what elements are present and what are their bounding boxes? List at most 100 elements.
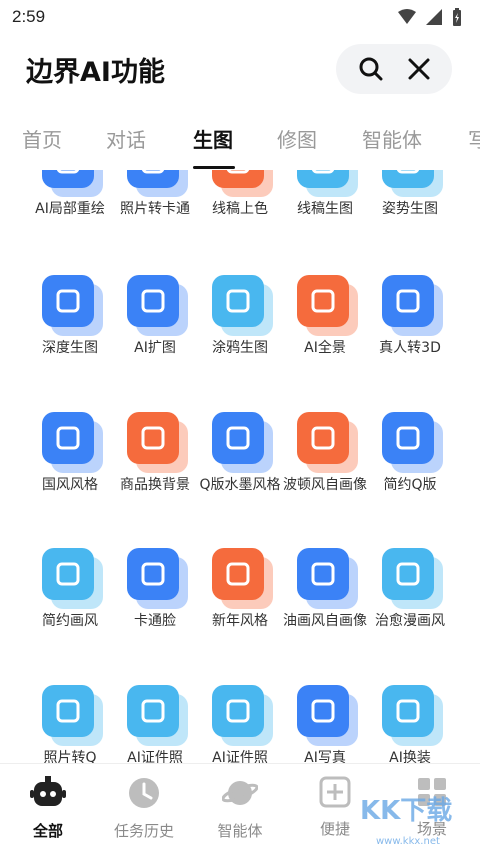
wifi-icon <box>398 9 416 24</box>
fan-icon <box>42 412 94 464</box>
feature-icon-wrap <box>382 548 443 609</box>
feature-item[interactable]: AI证件照 <box>113 685 197 763</box>
feature-label: 商品换背景 <box>120 477 190 493</box>
robot-icon <box>30 776 66 806</box>
tab-edit[interactable]: 修图 <box>277 124 317 153</box>
paint-roller-icon <box>297 548 349 600</box>
feature-item[interactable]: 波顿风自画像 <box>283 412 367 495</box>
feature-item[interactable]: 治愈漫画风 <box>368 548 452 631</box>
feature-icon-wrap <box>382 170 443 197</box>
feature-item[interactable]: AI证件照 <box>198 685 282 763</box>
feature-icon-wrap <box>127 275 188 336</box>
feature-icon-wrap <box>127 170 188 197</box>
feature-icon-wrap <box>212 412 273 473</box>
feature-label: 简约画风 <box>42 613 98 629</box>
feature-icon-wrap <box>297 170 358 197</box>
feature-item[interactable]: 线稿生图 <box>283 170 367 219</box>
tab-chat[interactable]: 对话 <box>106 124 146 153</box>
feature-item[interactable]: 深度生图 <box>28 275 112 358</box>
cartoon-photo-icon <box>127 170 179 188</box>
feature-icon-wrap <box>297 412 358 473</box>
feature-item[interactable]: 照片转Q <box>28 685 112 763</box>
feature-icon-wrap <box>42 548 103 609</box>
feature-item[interactable]: 线稿上色 <box>198 170 282 219</box>
feature-icon-wrap <box>127 548 188 609</box>
nav-label: 全部 <box>32 822 63 840</box>
feature-item[interactable]: 姿势生图 <box>368 170 452 219</box>
feature-item[interactable]: AI写真 <box>283 685 367 763</box>
shopping-bag-icon <box>127 412 179 464</box>
layers-icon <box>42 275 94 327</box>
feature-item[interactable]: Q版水墨风格 <box>198 412 282 495</box>
feature-label: 深度生图 <box>42 340 98 356</box>
feature-icon-wrap <box>297 685 358 746</box>
feature-item[interactable]: AI局部重绘 <box>28 170 112 219</box>
feature-icon-wrap <box>297 275 358 336</box>
nav-agent[interactable]: 智能体 <box>200 776 280 841</box>
feature-item[interactable]: 新年风格 <box>198 548 282 631</box>
feature-icon-wrap <box>42 275 103 336</box>
feature-icon-wrap <box>382 275 443 336</box>
feature-item[interactable]: 国风风格 <box>28 412 112 495</box>
feature-label: AI扩图 <box>134 340 176 356</box>
tab-write[interactable]: 写 <box>468 124 480 153</box>
feature-item[interactable]: 简约画风 <box>28 548 112 631</box>
feature-item[interactable]: 卡通脸 <box>113 548 197 631</box>
feature-item[interactable]: 油画风自画像 <box>283 548 367 631</box>
feature-label: 照片转Q <box>43 750 97 763</box>
status-bar: 2:59 <box>0 0 480 34</box>
page-title: 边界AI功能 <box>26 57 165 88</box>
feature-label: AI写真 <box>304 750 346 763</box>
feature-icon-wrap <box>212 548 273 609</box>
feature-icon-wrap <box>42 685 103 746</box>
feature-item[interactable]: 涂鸦生图 <box>198 275 282 358</box>
smile-icon <box>382 412 434 464</box>
tab-generate[interactable]: 生图 <box>193 124 233 153</box>
lineart-image-icon <box>297 170 349 188</box>
feature-icon-wrap <box>127 412 188 473</box>
nav-all[interactable]: 全部 <box>8 776 88 841</box>
feature-item[interactable]: AI全景 <box>283 275 367 358</box>
feature-grid: AI局部重绘 照片转卡通 线稿上色 线稿生图 姿势生图深度生图 AI扩图 涂鸦生图 AI全景 真… <box>28 170 452 763</box>
doodle-icon <box>212 275 264 327</box>
sparkle-icon <box>297 412 349 464</box>
clock-icon <box>129 778 159 808</box>
feature-item[interactable]: 商品换背景 <box>113 412 197 495</box>
feature-label: 油画风自画像 <box>283 613 367 629</box>
feature-item[interactable]: 真人转3D <box>368 275 452 358</box>
tab-agent[interactable]: 智能体 <box>362 124 422 153</box>
close-icon[interactable] <box>407 57 431 81</box>
feature-item[interactable]: AI扩图 <box>113 275 197 358</box>
feature-label: 线稿生图 <box>297 201 353 217</box>
frame-heart-icon <box>42 548 94 600</box>
tab-home[interactable]: 首页 <box>22 124 62 153</box>
feature-item[interactable]: 简约Q版 <box>368 412 452 495</box>
tab-bar: 首页 对话 生图 修图 智能体 写 <box>0 118 480 170</box>
feature-label: 国风风格 <box>42 477 98 493</box>
feature-label: 涂鸦生图 <box>212 340 268 356</box>
feature-label: 治愈漫画风 <box>375 613 445 629</box>
search-icon[interactable] <box>358 56 384 82</box>
watermark-logo: KK下载 <box>360 796 453 826</box>
feature-label: AI换装 <box>389 750 431 763</box>
feature-icon-wrap <box>212 275 273 336</box>
dog-face-icon <box>127 548 179 600</box>
feature-label: Q版水墨风格 <box>199 477 281 493</box>
feature-label: 简约Q版 <box>383 477 437 493</box>
feature-icon-wrap <box>42 412 103 473</box>
feature-label: 线稿上色 <box>212 201 268 217</box>
newyear-icon <box>212 548 264 600</box>
heart-plus-icon <box>382 548 434 600</box>
feature-icon-wrap <box>127 685 188 746</box>
feature-label: AI局部重绘 <box>35 201 105 217</box>
id-card-person-icon <box>212 685 264 737</box>
feature-icon-wrap <box>42 170 103 197</box>
feature-item[interactable]: 照片转卡通 <box>113 170 197 219</box>
nav-label: 任务历史 <box>113 822 174 840</box>
header: 边界AI功能 <box>0 40 480 100</box>
watermark-url: www.kkx.net <box>376 836 440 847</box>
feature-icon-wrap <box>297 548 358 609</box>
nav-history[interactable]: 任务历史 <box>104 776 184 841</box>
panorama-360-icon <box>297 275 349 327</box>
feature-item[interactable]: AI换装 <box>368 685 452 763</box>
